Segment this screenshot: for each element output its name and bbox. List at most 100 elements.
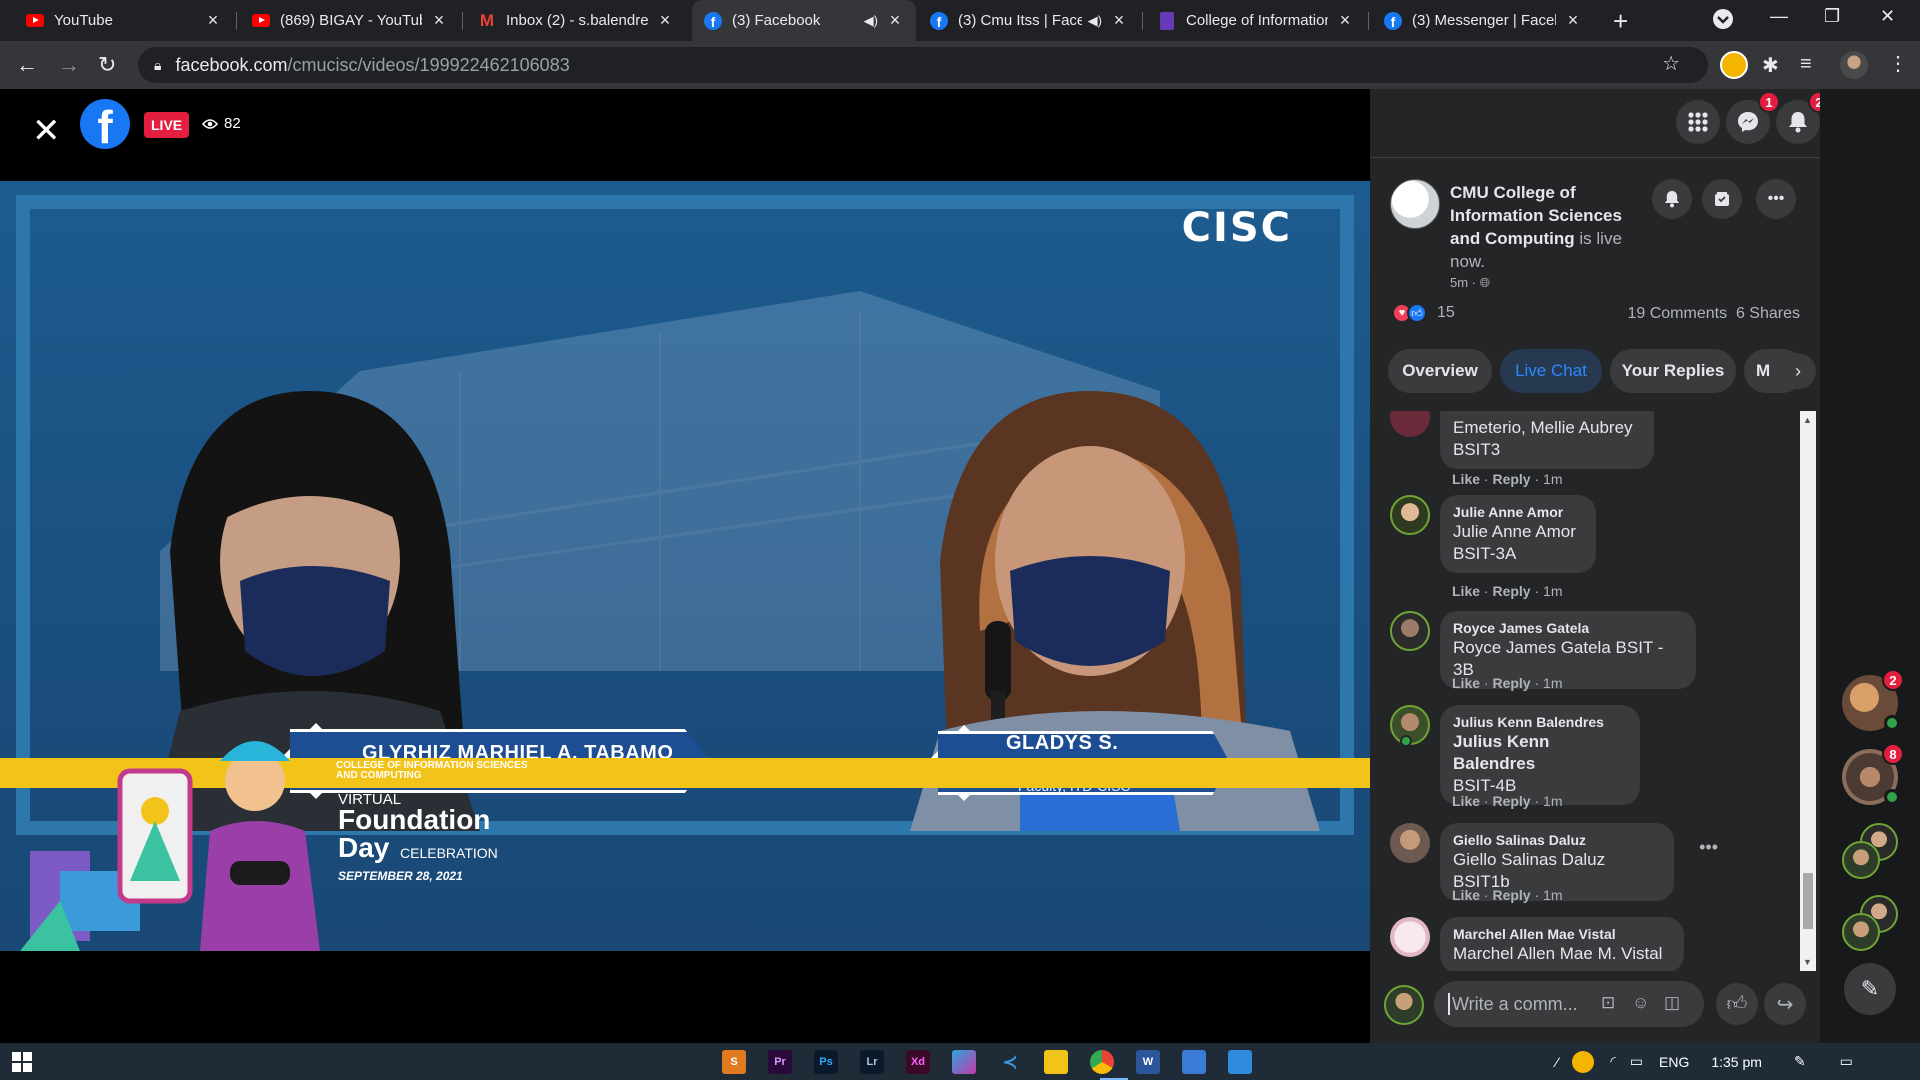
chrome-app-icon[interactable] <box>1090 1050 1114 1074</box>
close-icon[interactable]: × <box>886 10 904 31</box>
group-chat-head[interactable] <box>1842 895 1898 951</box>
photos-app-icon[interactable] <box>1182 1050 1206 1074</box>
gif-icon[interactable]: ⊡ <box>1601 993 1615 1013</box>
wifi-icon[interactable]: ◜ <box>1610 1053 1615 1070</box>
like-link[interactable]: Like <box>1452 793 1480 809</box>
windows-start-icon[interactable] <box>12 1052 32 1072</box>
window-close-icon[interactable]: ✕ <box>1880 6 1895 27</box>
tab-live-chat[interactable]: Live Chat <box>1500 349 1602 393</box>
commenter-avatar[interactable] <box>1390 495 1430 535</box>
speaker-icon[interactable]: ◀) <box>1088 13 1102 29</box>
clock[interactable]: 1:35 pm <box>1711 1054 1762 1070</box>
tab-messenger[interactable]: f (3) Messenger | Faceb × <box>1372 0 1594 41</box>
sticker-icon[interactable]: ◫ <box>1664 993 1680 1013</box>
emoji-icon[interactable]: ☺ <box>1632 993 1649 1013</box>
comment-input[interactable]: Write a comm... ⊡ ☺ ◫ <box>1434 981 1704 1027</box>
tab-college-form[interactable]: College of Information × <box>1146 0 1366 41</box>
language-indicator[interactable]: ENG <box>1659 1054 1689 1070</box>
close-icon[interactable]: × <box>656 10 674 31</box>
more-options-icon[interactable]: ••• <box>1756 179 1796 219</box>
action-center-icon[interactable]: ▭ <box>1840 1053 1853 1070</box>
chevron-right-icon[interactable]: › <box>1780 353 1816 389</box>
reply-link[interactable]: Reply <box>1492 675 1530 691</box>
tab-overview[interactable]: Overview <box>1388 349 1492 393</box>
bookmark-star-icon[interactable]: ☆ <box>1662 51 1680 76</box>
close-icon[interactable]: × <box>1564 10 1582 31</box>
app-icon[interactable] <box>952 1050 976 1074</box>
close-video-icon[interactable]: ✕ <box>32 111 61 151</box>
shares-count[interactable]: 6 Shares <box>1736 305 1800 322</box>
tab-cmu-itss[interactable]: f (3) Cmu Itss | Face ◀) × <box>918 0 1140 41</box>
handwriting-icon[interactable]: ✎ <box>1794 1053 1806 1070</box>
like-link[interactable]: Like <box>1452 675 1480 691</box>
back-icon[interactable]: ← <box>16 51 38 79</box>
reactions-summary[interactable]: ♥ 👍︎ 15 <box>1392 303 1455 323</box>
restore-icon[interactable]: ❐ <box>1824 6 1840 27</box>
file-explorer-app-icon[interactable] <box>1044 1050 1068 1074</box>
address-bar[interactable]: 🔒︎ facebook.com/cmucisc/videos/199922462… <box>138 47 1708 83</box>
vscode-app-icon[interactable]: ≺ <box>998 1050 1022 1074</box>
word-app-icon[interactable]: W <box>1136 1050 1160 1074</box>
sublime-app-icon[interactable]: S <box>722 1050 746 1074</box>
photoshop-app-icon[interactable]: Ps <box>814 1050 838 1074</box>
share-icon[interactable]: ↪ <box>1764 983 1806 1025</box>
tab-gmail-inbox[interactable]: M Inbox (2) - s.balendres × <box>466 0 686 41</box>
menu-grid-icon[interactable] <box>1676 100 1720 144</box>
comment-time[interactable]: 1m <box>1543 793 1562 809</box>
comment-author[interactable]: Giello Salinas Daluz <box>1453 831 1661 849</box>
tab-your-replies[interactable]: Your Replies <box>1610 349 1736 393</box>
comments-scrollbar[interactable]: ▲ ▼ <box>1800 411 1816 971</box>
comment-time[interactable]: 1m <box>1543 583 1562 599</box>
comment-author[interactable]: Marchel Allen Mae Vistal <box>1453 925 1671 943</box>
commenter-avatar[interactable] <box>1390 823 1430 863</box>
tab-search-icon[interactable] <box>1712 8 1734 35</box>
save-icon[interactable] <box>1702 179 1742 219</box>
forward-icon[interactable]: → <box>58 51 80 79</box>
minimize-icon[interactable]: — <box>1770 6 1788 27</box>
facebook-logo-icon[interactable]: f <box>80 99 130 149</box>
comment-time[interactable]: 1m <box>1543 887 1562 903</box>
close-icon[interactable]: × <box>204 10 222 31</box>
tab-youtube[interactable]: YouTube × <box>14 0 234 41</box>
lightroom-app-icon[interactable]: Lr <box>860 1050 884 1074</box>
xd-app-icon[interactable]: Xd <box>906 1050 930 1074</box>
tray-overflow-icon[interactable]: ⁄ <box>1556 1054 1558 1070</box>
reply-link[interactable]: Reply <box>1492 793 1530 809</box>
photos-app-icon[interactable] <box>1228 1050 1252 1074</box>
tab-facebook-active[interactable]: f (3) Facebook ◀) × <box>692 0 916 41</box>
notifications-bell-icon[interactable]: 2 <box>1776 91 1830 144</box>
reply-link[interactable]: Reply <box>1492 471 1530 487</box>
new-tab-button[interactable]: + <box>1613 8 1628 34</box>
chat-head[interactable]: 8 <box>1842 743 1904 805</box>
scroll-thumb[interactable] <box>1803 873 1813 929</box>
battery-icon[interactable]: ▭ <box>1630 1053 1643 1070</box>
like-button-icon[interactable]: 👍︎ <box>1716 983 1758 1025</box>
page-avatar[interactable] <box>1390 179 1440 229</box>
comment-time[interactable]: 1m <box>1543 675 1562 691</box>
lock-icon[interactable]: 🔒︎ <box>154 57 161 74</box>
chat-head[interactable]: 2 <box>1842 669 1904 731</box>
tray-app-icon[interactable] <box>1572 1050 1595 1073</box>
comment-time[interactable]: 1m <box>1543 471 1562 487</box>
reply-link[interactable]: Reply <box>1492 887 1530 903</box>
like-link[interactable]: Like <box>1452 471 1480 487</box>
extension-avatar-icon[interactable] <box>1720 51 1748 79</box>
premiere-app-icon[interactable]: Pr <box>768 1050 792 1074</box>
close-icon[interactable]: × <box>1336 10 1354 31</box>
profile-avatar[interactable] <box>1840 51 1868 79</box>
messenger-icon[interactable]: 1 <box>1726 91 1780 144</box>
post-time[interactable]: 5m <box>1450 275 1468 290</box>
close-icon[interactable]: × <box>430 10 448 31</box>
close-icon[interactable]: × <box>1110 10 1128 31</box>
commenter-avatar[interactable] <box>1390 611 1430 651</box>
comment-author[interactable]: Julie Anne Amor <box>1453 503 1583 521</box>
comments-count[interactable]: 19 Comments <box>1627 305 1727 322</box>
follow-bell-icon[interactable] <box>1652 179 1692 219</box>
my-avatar[interactable] <box>1384 985 1424 1025</box>
tab-bigay-youtube[interactable]: (869) BIGAY - YouTube × <box>240 0 460 41</box>
reply-link[interactable]: Reply <box>1492 583 1530 599</box>
scroll-down-arrow-icon[interactable]: ▼ <box>1803 957 1812 967</box>
reload-icon[interactable]: ↻ <box>98 51 116 79</box>
comment-author[interactable]: Julius Kenn Balendres <box>1453 713 1627 731</box>
group-chat-head[interactable] <box>1842 823 1898 879</box>
